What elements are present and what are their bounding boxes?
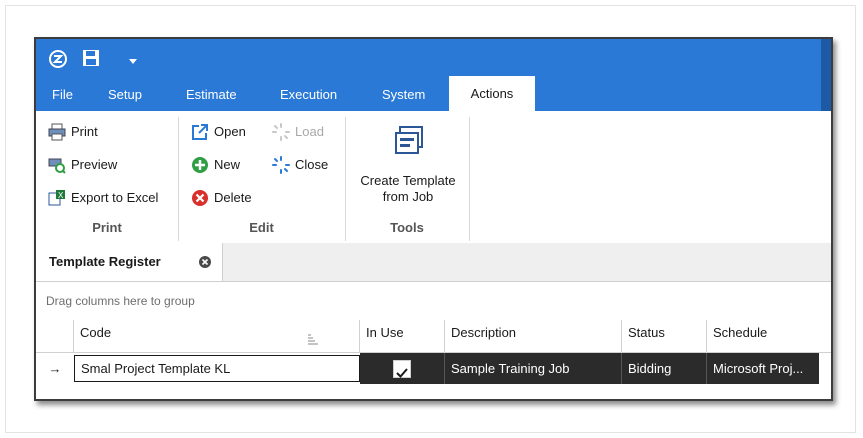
preview-button-label: Preview — [71, 157, 118, 172]
application-window: File Setup Estimate Execution System Act… — [34, 37, 833, 401]
group-by-area[interactable]: Drag columns here to group — [36, 282, 831, 321]
delete-button[interactable]: Delete — [191, 187, 252, 209]
tab-estimate[interactable]: Estimate — [186, 79, 237, 111]
checkmark-icon — [396, 368, 408, 378]
tab-system[interactable]: System — [382, 79, 425, 111]
print-group-label: Print — [92, 220, 122, 235]
sort-icon[interactable] — [307, 328, 319, 354]
window-edge-strip — [821, 39, 831, 111]
cell-code[interactable]: Smal Project Template KL — [74, 355, 360, 382]
tab-file[interactable]: File — [52, 79, 73, 111]
print-preview-icon — [48, 156, 66, 174]
tab-setup[interactable]: Setup — [108, 79, 142, 111]
title-bar — [36, 39, 831, 79]
spinner-icon — [272, 123, 290, 141]
close-button[interactable]: Close — [272, 154, 328, 176]
export-to-excel-button[interactable]: X Export to Excel — [48, 187, 158, 209]
column-header-in-use[interactable]: In Use — [360, 320, 445, 352]
print-button[interactable]: Print — [48, 121, 98, 143]
spinner-icon — [272, 156, 290, 174]
column-header-code-label: Code — [80, 325, 112, 340]
new-button-label: New — [214, 157, 241, 172]
print-button-label: Print — [71, 124, 98, 139]
add-icon — [191, 156, 209, 174]
create-template-label-line1: Create Template — [360, 173, 456, 188]
create-template-from-job-button[interactable]: Create Template from Job — [346, 117, 470, 213]
load-button[interactable]: Load — [272, 121, 324, 143]
column-header-schedule[interactable]: Schedule — [707, 320, 819, 352]
open-button[interactable]: Open — [191, 121, 246, 143]
quick-access-dropdown-icon[interactable] — [129, 52, 137, 70]
cell-schedule[interactable]: Microsoft Proj... — [707, 353, 819, 384]
close-icon[interactable] — [198, 255, 212, 269]
group-separator — [469, 117, 470, 241]
tab-actions[interactable]: Actions — [449, 76, 535, 111]
open-external-icon — [191, 123, 209, 141]
delete-icon — [191, 189, 209, 207]
tools-group-label: Tools — [390, 220, 424, 235]
load-button-label: Load — [295, 124, 324, 139]
column-header-code[interactable]: Code — [74, 320, 360, 352]
in-use-checkbox[interactable] — [393, 360, 411, 378]
create-template-label-line2: from Job — [382, 189, 434, 204]
cell-description[interactable]: Sample Training Job — [445, 353, 622, 384]
app-logo-icon — [48, 49, 68, 74]
export-to-excel-label: Export to Excel — [71, 190, 159, 205]
edit-group-label: Edit — [249, 220, 274, 235]
menu-bar — [36, 79, 831, 111]
printer-icon — [48, 123, 66, 141]
new-button[interactable]: New — [191, 154, 240, 176]
group-by-hint: Drag columns here to group — [46, 294, 195, 308]
delete-button-label: Delete — [214, 190, 252, 205]
close-button-label: Close — [295, 157, 329, 172]
tab-template-register[interactable]: Template Register — [36, 243, 223, 281]
excel-export-icon: X — [48, 189, 66, 207]
column-header-description[interactable]: Description — [445, 320, 622, 352]
table-row[interactable]: → Smal Project Template KL Sample Traini… — [36, 353, 831, 384]
cell-in-use[interactable] — [360, 353, 445, 384]
open-button-label: Open — [214, 124, 246, 139]
cell-status[interactable]: Bidding — [622, 353, 707, 384]
svg-text:X: X — [58, 191, 64, 200]
grid-header-row: Code In Use Description Status Schedule — [36, 320, 831, 353]
document-tab-label: Template Register — [49, 254, 161, 269]
template-icon — [394, 125, 426, 157]
row-indicator-header — [36, 320, 74, 352]
document-tab-strip: Template Register — [36, 243, 831, 282]
tab-execution[interactable]: Execution — [280, 79, 337, 111]
column-header-status[interactable]: Status — [622, 320, 707, 352]
save-icon[interactable] — [82, 49, 100, 72]
row-indicator-arrow-icon: → — [48, 361, 62, 376]
ribbon: Print Preview X Export to Excel Print Op… — [36, 111, 831, 244]
preview-button[interactable]: Preview — [48, 154, 117, 176]
